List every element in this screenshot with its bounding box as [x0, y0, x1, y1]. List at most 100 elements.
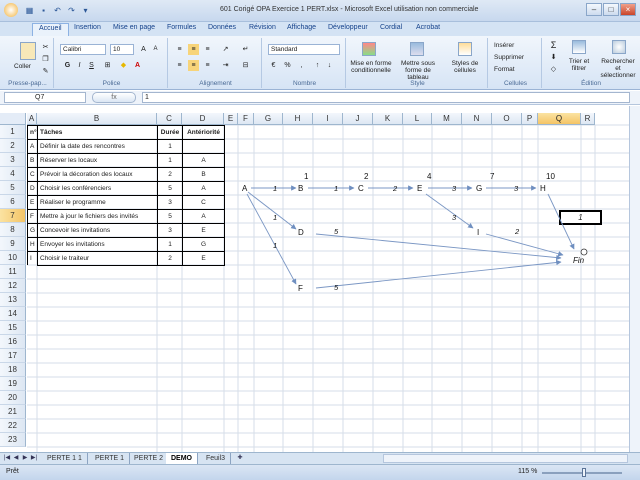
tab-affichage[interactable]: Affichage [287, 24, 316, 31]
pert-node-a: A [242, 184, 248, 193]
font-color-icon[interactable]: A [132, 60, 143, 71]
undo-icon[interactable]: ↶ [52, 5, 63, 16]
edge-label-c-e: 2 [392, 184, 398, 193]
arrow-d-fin [315, 233, 562, 261]
align-center-icon[interactable]: ≡ [188, 60, 199, 71]
sort-filter-button[interactable]: Trier et filtrer [562, 58, 596, 72]
prev-sheet-icon[interactable]: ◀ [12, 454, 20, 463]
edge-label-a-b: 1 [273, 184, 277, 193]
align-left-icon[interactable]: ≡ [174, 60, 185, 71]
underline-button[interactable]: S [86, 60, 97, 71]
pert-date-h: 10 [546, 172, 555, 181]
align-top-icon[interactable]: ≡ [174, 44, 185, 55]
number-format-select[interactable]: Standard [268, 44, 340, 55]
tab-cordial[interactable]: Cordial [380, 24, 402, 31]
tab-accueil[interactable]: Accueil [32, 23, 69, 37]
font-name-select[interactable]: Calibri [60, 44, 106, 55]
tab-donnees[interactable]: Données [208, 24, 236, 31]
status-bar: Prêt 115 % [0, 464, 640, 480]
name-box[interactable]: Q7 [4, 92, 86, 103]
pert-node-fin: Fin [573, 256, 585, 265]
maximize-button[interactable]: □ [603, 3, 619, 16]
thousands-icon[interactable]: , [296, 60, 307, 71]
borders-icon[interactable]: ⊞ [102, 60, 113, 71]
fill-icon[interactable]: ⬇ [548, 52, 559, 63]
align-right-icon[interactable]: ≡ [202, 60, 213, 71]
arrow-a-d [247, 191, 297, 230]
save-icon[interactable]: ▪ [38, 5, 49, 16]
format-painter-icon[interactable]: ✎ [40, 66, 51, 77]
arrow-e-i [425, 193, 474, 229]
last-sheet-icon[interactable]: ▶| [30, 454, 38, 463]
next-sheet-icon[interactable]: ▶ [21, 454, 29, 463]
sort-filter-icon[interactable] [572, 40, 586, 54]
decrease-decimal-icon[interactable]: ↓ [324, 60, 335, 71]
align-bottom-icon[interactable]: ≡ [202, 44, 213, 55]
tab-acrobat[interactable]: Acrobat [416, 24, 440, 31]
table-format-button[interactable]: Mettre sous forme de tableau [394, 60, 442, 81]
formula-input[interactable]: 1 [142, 92, 630, 103]
insert-function-button[interactable]: fx [92, 92, 136, 103]
merge-icon[interactable]: ⊟ [240, 60, 251, 71]
first-sheet-icon[interactable]: |◀ [3, 454, 11, 463]
wrap-text-icon[interactable]: ↵ [240, 44, 251, 55]
delete-cells-button[interactable]: Supprimer [494, 54, 524, 61]
cell-styles-icon[interactable] [458, 42, 472, 56]
copy-icon[interactable]: ❐ [40, 54, 51, 65]
group-alignment-label: Alignement [199, 80, 232, 87]
edge-label-a-d: 1 [273, 213, 277, 222]
group-alignment: ≡ ≡ ≡ ↗ ↵ ≡ ≡ ≡ ⇥ ⊟ Alignement [170, 38, 262, 88]
zoom-slider-handle[interactable] [582, 468, 586, 477]
pert-date-b: 1 [304, 172, 309, 181]
tab-formules[interactable]: Formules [167, 24, 196, 31]
currency-icon[interactable]: € [268, 60, 279, 71]
clear-icon[interactable]: ◇ [548, 64, 559, 75]
office-button[interactable] [4, 3, 18, 17]
tab-developpeur[interactable]: Développeur [328, 24, 368, 31]
tab-revision[interactable]: Révision [249, 24, 276, 31]
indent-icon[interactable]: ⇥ [220, 60, 231, 71]
redo-icon[interactable]: ↷ [66, 5, 77, 16]
close-button[interactable]: × [620, 3, 636, 16]
increase-decimal-icon[interactable]: ↑ [312, 60, 323, 71]
pert-node-f: F [298, 284, 303, 293]
paste-button[interactable]: Coller [14, 63, 31, 70]
conditional-format-icon[interactable] [362, 42, 376, 56]
percent-icon[interactable]: % [282, 60, 293, 71]
sheet-tab-perte-2[interactable]: PERTE 2 [129, 453, 170, 464]
pert-node-e: E [417, 184, 422, 193]
edge-label-b-c: 1 [334, 184, 338, 193]
sheet-tab-perte-1[interactable]: PERTE 1 [90, 453, 131, 464]
worksheet[interactable]: ABCDEFGHIJKLMNOPQR 1 2 3 4 5 6 7 8 9 10 11 12 13 14 15… [0, 106, 640, 452]
find-select-icon[interactable] [612, 40, 626, 54]
qat-dropdown-icon[interactable]: ▾ [80, 5, 91, 16]
shrink-font-icon[interactable]: A [150, 44, 161, 55]
format-cells-button[interactable]: Format [494, 66, 515, 73]
align-middle-icon[interactable]: ≡ [188, 44, 199, 55]
cell-styles-button[interactable]: Styles de cellules [444, 60, 486, 74]
tab-mise-en-page[interactable]: Mise en page [113, 24, 155, 31]
grow-font-icon[interactable]: A [138, 44, 149, 55]
minimize-button[interactable]: – [586, 3, 602, 16]
autosum-icon[interactable]: Σ [548, 40, 559, 51]
sheet-tab-demo[interactable]: DEMO [166, 453, 198, 464]
sheet-tab-perte-1-1[interactable]: PERTE 1 1 [42, 453, 88, 464]
sheet-tab-feuil3[interactable]: Feuil3 [201, 453, 232, 464]
fill-color-icon[interactable]: ◆ [118, 60, 129, 71]
new-sheet-icon[interactable]: ✚ [234, 454, 246, 463]
paste-icon[interactable] [20, 42, 36, 60]
pert-node-h: H [540, 184, 546, 193]
bold-button[interactable]: G [62, 60, 73, 71]
table-format-icon[interactable] [410, 42, 424, 56]
insert-cells-button[interactable]: Insérer [494, 42, 514, 49]
find-select-button[interactable]: Rechercher et sélectionner [598, 58, 638, 79]
vertical-scrollbar[interactable] [629, 106, 640, 452]
orientation-icon[interactable]: ↗ [220, 44, 231, 55]
group-clipboard: Coller ✂ ❐ ✎ Presse-pap... [2, 38, 54, 88]
font-size-select[interactable]: 10 [110, 44, 134, 55]
tab-insertion[interactable]: Insertion [74, 24, 101, 31]
italic-button[interactable]: I [74, 60, 85, 71]
conditional-format-button[interactable]: Mise en forme conditionnelle [348, 60, 394, 74]
horizontal-scrollbar[interactable] [383, 454, 628, 463]
cut-icon[interactable]: ✂ [40, 42, 51, 53]
